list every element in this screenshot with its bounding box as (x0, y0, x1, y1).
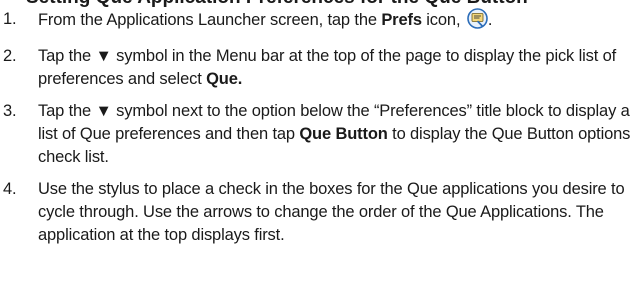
step-number: 3. (3, 102, 17, 120)
instruction-step-4: 4. Use the stylus to place a check in the… (0, 178, 643, 247)
step-text: Use the stylus to place a check in the b… (38, 180, 625, 244)
step-text: icon, (421, 11, 465, 29)
instruction-list: 1. From the Applications Launcher screen,… (0, 8, 643, 247)
step-number: 1. (3, 10, 17, 28)
instruction-step-1: 1. From the Applications Launcher screen,… (0, 8, 643, 36)
prefs-icon (467, 8, 488, 36)
step-text: . (487, 11, 493, 29)
step-emphasis: Que. (206, 70, 243, 88)
step-emphasis: Que Button (299, 125, 388, 143)
step-text: Tap the ▼ symbol in the Menu bar at the … (38, 47, 617, 88)
instruction-step-2: 2. Tap the ▼ symbol in the Menu bar at th… (0, 45, 643, 91)
step-text: From the Applications Launcher screen, t… (38, 11, 382, 29)
step-number: 4. (3, 180, 17, 198)
step-emphasis: Prefs (381, 11, 422, 29)
step-number: 2. (3, 47, 17, 65)
instruction-step-3: 3. Tap the ▼ symbol next to the option be… (0, 100, 643, 169)
